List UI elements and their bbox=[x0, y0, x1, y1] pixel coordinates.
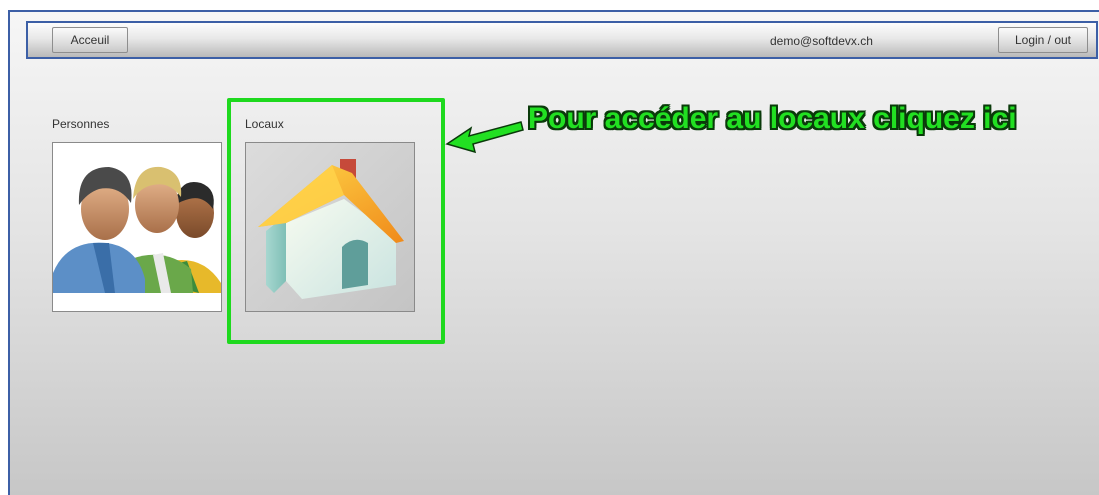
tile-locaux[interactable] bbox=[245, 142, 415, 312]
home-button[interactable]: Acceuil bbox=[52, 27, 128, 53]
tile-personnes[interactable] bbox=[52, 142, 222, 312]
annotation-text: Pour accéder au locaux cliquez ici bbox=[528, 102, 1017, 135]
top-navbar: Acceuil demo@softdevx.ch Login / out bbox=[26, 21, 1098, 59]
house-icon bbox=[258, 159, 404, 299]
tile-label-personnes: Personnes bbox=[52, 117, 110, 131]
people-icon bbox=[53, 166, 221, 293]
user-email: demo@softdevx.ch bbox=[770, 34, 873, 48]
login-logout-button[interactable]: Login / out bbox=[998, 27, 1088, 53]
arrow-left-icon bbox=[445, 121, 524, 154]
tile-label-locaux: Locaux bbox=[245, 117, 284, 131]
